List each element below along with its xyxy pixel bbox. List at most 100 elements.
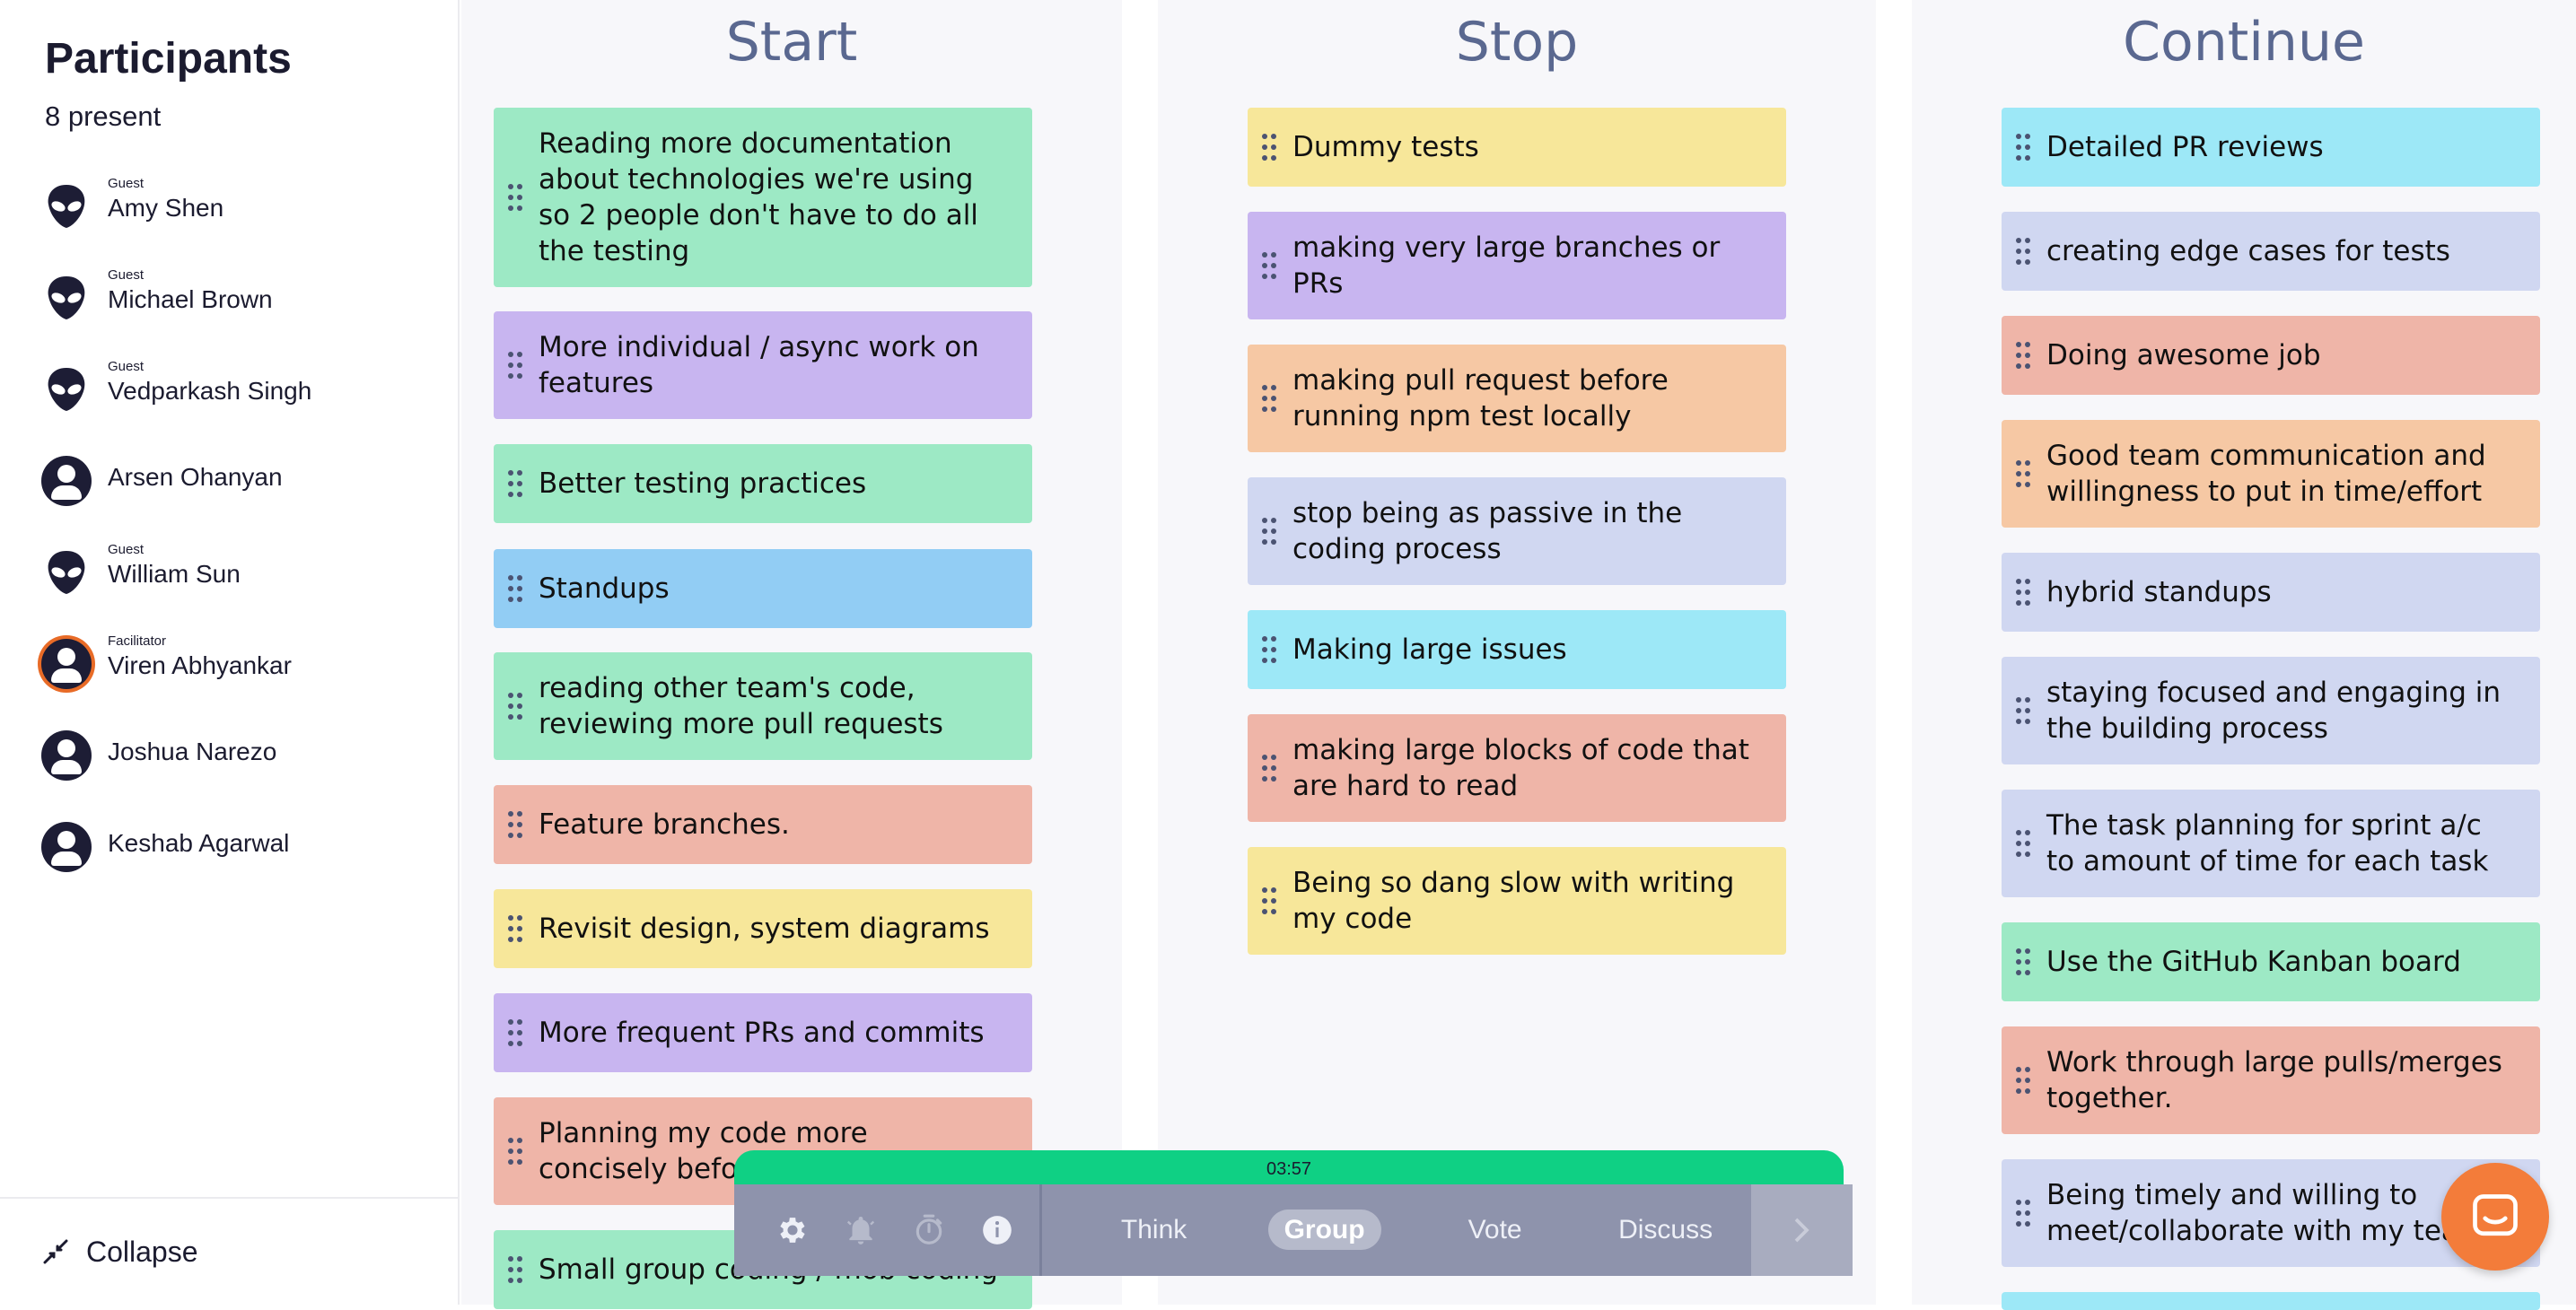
participant-item[interactable]: Guest Amy Shen bbox=[41, 176, 436, 239]
phase-label: Group bbox=[1267, 1210, 1381, 1250]
reflection-card[interactable]: hybrid standups bbox=[2002, 553, 2540, 632]
participant-item[interactable]: Guest Michael Brown bbox=[41, 267, 436, 330]
drag-handle-icon[interactable] bbox=[1262, 252, 1278, 279]
drag-handle-icon[interactable] bbox=[1262, 385, 1278, 412]
column-title: Continue bbox=[2123, 11, 2365, 74]
reflection-card[interactable]: Use the GitHub Kanban board bbox=[2002, 922, 2540, 1001]
drag-handle-icon[interactable] bbox=[2016, 1200, 2032, 1227]
drag-handle-icon[interactable] bbox=[508, 1256, 524, 1283]
card-text: Dummy tests bbox=[1292, 131, 1479, 163]
drag-handle-icon[interactable] bbox=[2016, 342, 2032, 369]
reflection-card[interactable]: creating edge cases for tests bbox=[2002, 212, 2540, 291]
facilitator-toolbar: Think Group Vote Discuss bbox=[734, 1184, 1853, 1276]
card-text: Feature branches. bbox=[539, 808, 790, 841]
participant-item[interactable]: Arsen Ohanyan bbox=[41, 450, 436, 513]
sidebar-divider bbox=[0, 1197, 460, 1199]
reflection-card[interactable]: More individual / async work on features bbox=[494, 311, 1032, 419]
reflection-card[interactable]: Making large issues bbox=[1248, 610, 1786, 689]
collapse-button[interactable]: Collapse bbox=[41, 1229, 198, 1274]
card-text: staying focused and engaging in the buil… bbox=[2046, 677, 2502, 745]
reflection-card[interactable]: Revisit design, system diagrams bbox=[494, 889, 1032, 968]
phase-discuss[interactable]: Discuss bbox=[1581, 1215, 1751, 1245]
drag-handle-icon[interactable] bbox=[2016, 830, 2032, 857]
reflection-card[interactable]: making pull request before running npm t… bbox=[1248, 345, 1786, 452]
info-icon[interactable] bbox=[975, 1208, 1020, 1253]
participant-item[interactable]: Facilitator Viren Abhyankar bbox=[41, 633, 436, 696]
reflection-card[interactable]: making large blocks of code that are har… bbox=[1248, 714, 1786, 822]
phase-think[interactable]: Think bbox=[1069, 1215, 1240, 1245]
reflection-card[interactable]: Being so dang slow with writing my code bbox=[1248, 847, 1786, 955]
drag-handle-icon[interactable] bbox=[1262, 887, 1278, 914]
participants-sidebar: Participants 8 present Guest Amy Shen Gu… bbox=[0, 0, 460, 1305]
phase-label: Vote bbox=[1468, 1215, 1522, 1244]
reflection-card[interactable]: stop being as passive in the coding proc… bbox=[1248, 477, 1786, 585]
participant-item[interactable]: Joshua Narezo bbox=[41, 725, 436, 788]
card-text: Making large issues bbox=[1292, 633, 1567, 666]
reflection-card[interactable]: More frequent PRs and commits bbox=[494, 993, 1032, 1072]
card-text: creating edge cases for tests bbox=[2046, 235, 2450, 267]
bell-icon[interactable] bbox=[838, 1208, 883, 1253]
reflection-card-partial[interactable] bbox=[2002, 1292, 2540, 1310]
reflection-card[interactable]: reading other team's code, reviewing mor… bbox=[494, 652, 1032, 760]
drag-handle-icon[interactable] bbox=[508, 1019, 524, 1046]
reflection-card[interactable]: Good team communication and willingness … bbox=[2002, 420, 2540, 528]
participant-role: Facilitator bbox=[108, 633, 167, 649]
drag-handle-icon[interactable] bbox=[508, 1138, 524, 1165]
drag-handle-icon[interactable] bbox=[1262, 636, 1278, 663]
reflection-card[interactable]: making very large branches or PRs bbox=[1248, 212, 1786, 319]
reflection-card[interactable]: Work through large pulls/merges together… bbox=[2002, 1026, 2540, 1134]
next-phase-button[interactable] bbox=[1750, 1184, 1853, 1276]
drag-handle-icon[interactable] bbox=[508, 811, 524, 838]
drag-handle-icon[interactable] bbox=[2016, 1067, 2032, 1094]
drag-handle-icon[interactable] bbox=[508, 915, 524, 942]
toolbar-tools bbox=[734, 1184, 1042, 1276]
participant-count: 8 present bbox=[45, 100, 162, 132]
reflection-card[interactable]: Feature branches. bbox=[494, 785, 1032, 864]
reflection-card[interactable]: Detailed PR reviews bbox=[2002, 108, 2540, 187]
drag-handle-icon[interactable] bbox=[1262, 134, 1278, 161]
card-text: Doing awesome job bbox=[2046, 339, 2321, 371]
participant-name: Amy Shen bbox=[108, 194, 224, 222]
card-text: making pull request before running npm t… bbox=[1292, 364, 1669, 432]
reflection-card[interactable]: Reading more documentation about technol… bbox=[494, 108, 1032, 287]
participant-item[interactable]: Guest William Sun bbox=[41, 542, 436, 605]
chat-icon bbox=[2473, 1194, 2518, 1236]
phase-vote[interactable]: Vote bbox=[1410, 1215, 1581, 1245]
drag-handle-icon[interactable] bbox=[2016, 134, 2032, 161]
phase-label: Think bbox=[1120, 1215, 1187, 1244]
drag-handle-icon[interactable] bbox=[508, 575, 524, 602]
help-chat-button[interactable] bbox=[2441, 1163, 2549, 1271]
participant-item[interactable]: Keshab Agarwal bbox=[41, 817, 436, 879]
column-title: Start bbox=[725, 11, 858, 74]
drag-handle-icon[interactable] bbox=[508, 352, 524, 379]
drag-handle-icon[interactable] bbox=[2016, 948, 2032, 975]
card-text: making very large branches or PRs bbox=[1292, 231, 1721, 300]
reflection-card[interactable]: staying focused and engaging in the buil… bbox=[2002, 657, 2540, 764]
drag-handle-icon[interactable] bbox=[2016, 697, 2032, 724]
card-text: reading other team's code, reviewing mor… bbox=[539, 672, 943, 740]
card-text: Reading more documentation about technol… bbox=[539, 127, 978, 267]
drag-handle-icon[interactable] bbox=[2016, 238, 2032, 265]
reflection-card[interactable]: Better testing practices bbox=[494, 444, 1032, 523]
drag-handle-icon[interactable] bbox=[2016, 579, 2032, 606]
reflection-card[interactable]: Standups bbox=[494, 549, 1032, 628]
drag-handle-icon[interactable] bbox=[508, 470, 524, 497]
drag-handle-icon[interactable] bbox=[508, 184, 524, 211]
card-text: Standups bbox=[539, 572, 670, 605]
card-text: stop being as passive in the coding proc… bbox=[1292, 497, 1683, 565]
drag-handle-icon[interactable] bbox=[1262, 755, 1278, 782]
user-icon bbox=[41, 822, 92, 872]
reflection-card[interactable]: Dummy tests bbox=[1248, 108, 1786, 187]
reflection-card[interactable]: Doing awesome job bbox=[2002, 316, 2540, 395]
drag-handle-icon[interactable] bbox=[508, 693, 524, 720]
stopwatch-icon[interactable] bbox=[907, 1208, 951, 1253]
participant-item[interactable]: Guest Vedparkash Singh bbox=[41, 359, 436, 422]
phase-group[interactable]: Group bbox=[1240, 1210, 1410, 1250]
reflection-card[interactable]: The task planning for sprint a/c to amou… bbox=[2002, 790, 2540, 897]
participant-name: Keshab Agarwal bbox=[108, 829, 290, 857]
alien-icon bbox=[48, 551, 85, 594]
gear-icon[interactable] bbox=[770, 1208, 815, 1253]
drag-handle-icon[interactable] bbox=[2016, 460, 2032, 487]
card-text: Revisit design, system diagrams bbox=[539, 913, 990, 945]
drag-handle-icon[interactable] bbox=[1262, 518, 1278, 545]
